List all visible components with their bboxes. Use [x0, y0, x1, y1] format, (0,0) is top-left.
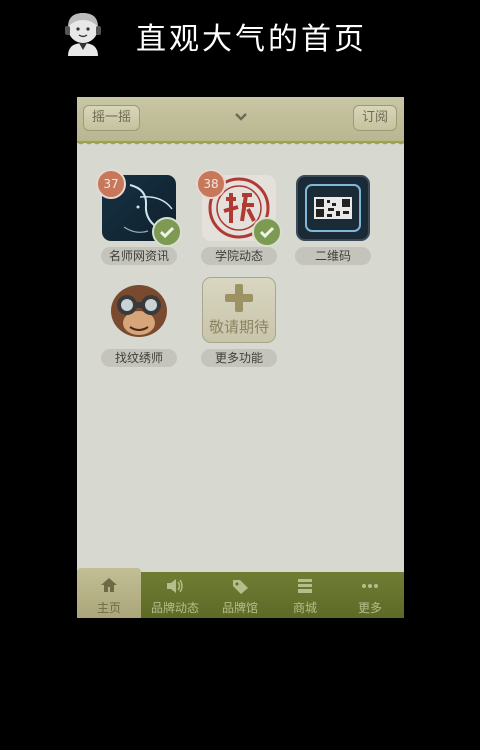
top-bar: 摇一摇 订阅 [77, 97, 404, 149]
qr-code-icon [305, 184, 361, 232]
coming-soon-text: 敬请期待 [208, 318, 269, 336]
app-item-qrcode[interactable]: 二维码 [293, 175, 373, 265]
app-item-more-features[interactable]: 敬请期待 更多功能 [199, 277, 279, 367]
plus-icon [225, 284, 253, 312]
more-dots-icon [362, 584, 378, 588]
tab-brand-news[interactable]: 品牌动态 [143, 572, 207, 618]
tab-label: 商城 [292, 601, 317, 615]
tab-brand-hall[interactable]: 品牌馆 [208, 572, 272, 618]
app-item-news[interactable]: 37 名师网资讯 [96, 169, 182, 265]
coming-soon-icon[interactable]: 敬请期待 [202, 277, 276, 343]
chevron-down-icon[interactable] [234, 111, 248, 123]
speaker-icon [167, 579, 183, 593]
monkey-binoculars-icon[interactable] [102, 277, 176, 343]
tab-label: 更多 [357, 601, 382, 615]
installed-check-icon [152, 217, 182, 247]
tab-label: 主页 [96, 601, 121, 615]
notification-badge: 38 [196, 169, 226, 199]
tab-label: 品牌动态 [150, 601, 199, 615]
app-label: 学院动态 [201, 247, 277, 265]
shop-icon [298, 579, 312, 593]
app-item-college[interactable]: 38 学院动态 [196, 169, 282, 265]
tab-label: 品牌馆 [221, 601, 258, 615]
installed-check-icon [252, 217, 282, 247]
news-app-icon[interactable]: 37 [96, 169, 182, 247]
notification-badge: 37 [96, 169, 126, 199]
tab-home[interactable]: 主页 [77, 568, 141, 618]
decorative-wave [77, 141, 404, 149]
app-item-find-artist[interactable]: 找纹绣师 [99, 277, 179, 367]
app-label: 找纹绣师 [101, 349, 177, 367]
college-app-icon[interactable]: 38 [196, 169, 282, 247]
tab-more[interactable]: 更多 [338, 572, 402, 618]
subscribe-button[interactable]: 订阅 [352, 105, 397, 131]
app-label: 名师网资讯 [101, 247, 177, 265]
tab-shop[interactable]: 商城 [273, 572, 337, 618]
app-screen: 摇一摇 订阅 37 名师网资讯 38 学院动态 二维码 找纹绣师 敬请期待 更多… [77, 97, 404, 618]
bottom-tab-bar: 主页 品牌动态 品牌馆 商城 更多 [77, 568, 404, 618]
banner-title: 直观大气的首页 [136, 22, 367, 57]
app-label: 二维码 [295, 247, 371, 265]
home-icon [101, 578, 117, 592]
shake-button[interactable]: 摇一摇 [83, 105, 141, 131]
avatar-icon [65, 13, 101, 56]
tag-icon [233, 580, 248, 594]
app-label: 更多功能 [201, 349, 277, 367]
qr-code-app-icon[interactable] [296, 175, 370, 241]
